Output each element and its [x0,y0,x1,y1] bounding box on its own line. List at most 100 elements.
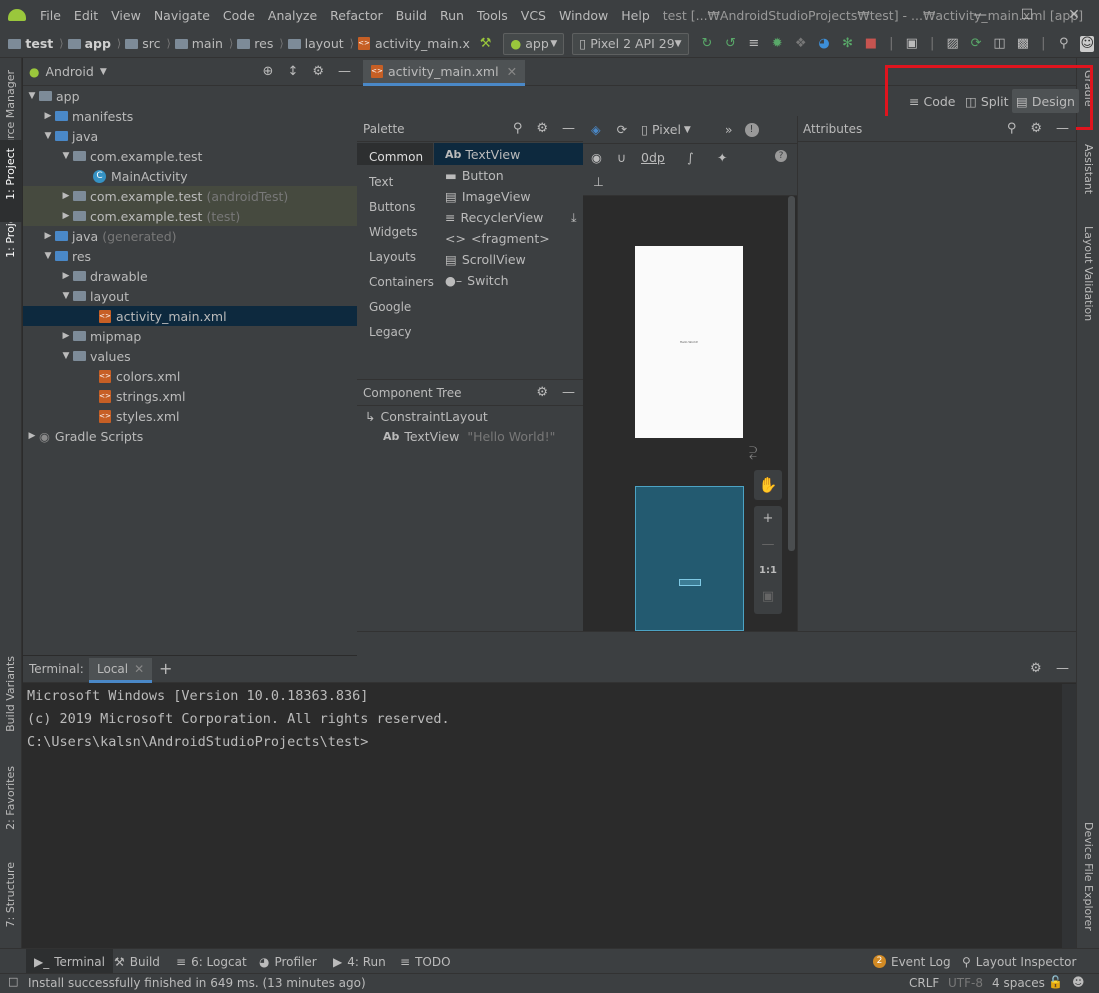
pan-hand-icon[interactable]: ✋ [754,470,782,500]
structure-tab[interactable]: 7: Structure [4,862,17,927]
menu-tools[interactable]: Tools [477,8,508,23]
menu-navigate[interactable]: Navigate [154,8,210,23]
project-structure-icon[interactable]: ▣ [905,36,918,52]
gear-icon[interactable]: ⚙ [1030,121,1042,136]
close-tab-icon[interactable]: ✕ [134,662,144,676]
hide-panel-icon[interactable]: — [338,64,351,79]
hammer-build-icon[interactable]: ⚒ [479,36,492,52]
make-project-icon[interactable]: ≡ [747,36,760,52]
palette-category-common[interactable]: Common [369,150,423,164]
infer-constraints-icon[interactable]: ✦ [717,150,727,165]
status-square-icon[interactable]: □ [8,975,18,988]
zoom-out-icon[interactable]: — [754,532,782,558]
palette-item-textview[interactable]: Ab TextView [445,147,520,162]
palette-category-text[interactable]: Text [369,175,393,189]
tool-logcat[interactable]: ≡ 6: Logcat [176,949,247,974]
tool-terminal[interactable]: ▶_ Terminal [26,949,113,974]
menu-run[interactable]: Run [440,8,464,23]
new-terminal-icon[interactable]: + [159,659,172,678]
collapsed-arrow-icon[interactable]: ▶ [41,231,55,241]
tree-item-androidtest[interactable]: ▶ com.example.test (androidTest) [23,186,357,206]
minimize-icon[interactable]: — [957,0,1003,30]
palette-item-scrollview[interactable]: ▤ ScrollView [445,252,526,267]
hide-panel-icon[interactable]: — [562,121,575,136]
menu-edit[interactable]: Edit [74,8,98,23]
profile-icon[interactable]: ◕ [817,36,830,52]
collapse-all-icon[interactable]: ↕ [287,64,298,79]
tree-item-res[interactable]: ▼ res [23,246,357,266]
tree-item-colors[interactable]: <> colors.xml [23,366,357,386]
layers-icon[interactable]: ◈ [591,122,601,137]
device-preview-select[interactable]: Pixel [652,122,681,137]
palette-item-recyclerview[interactable]: ≡ RecyclerView ⤓ [445,210,577,226]
collapsed-arrow-icon[interactable]: ▶ [59,271,73,281]
tree-item-gradle-scripts[interactable]: ▶ ◉ Gradle Scripts [23,426,357,446]
tree-item-app[interactable]: ▼ app [23,86,357,106]
apply-changes-icon[interactable]: ↻ [700,36,713,52]
gear-icon[interactable]: ⚙ [536,121,548,136]
file-encoding[interactable]: UTF-8 [948,976,983,990]
tool-event-log[interactable]: 2 Event Log [873,949,951,974]
breadcrumb-res[interactable]: res [237,36,273,51]
tree-item-activity-main[interactable]: <> activity_main.xml [23,306,357,326]
collapsed-arrow-icon[interactable]: ▶ [59,191,73,201]
breadcrumb-layout[interactable]: layout [287,36,344,51]
expanded-arrow-icon[interactable]: ▼ [59,351,73,361]
close-icon[interactable]: ✕ [1051,0,1097,30]
apply-code-changes-icon[interactable]: ↺ [724,36,737,52]
default-margin-select[interactable]: 0dp [641,150,665,165]
hide-panel-icon[interactable]: — [1056,661,1069,676]
expanded-arrow-icon[interactable]: ▼ [59,291,73,301]
clear-constraints-icon[interactable]: ∫ [687,150,694,165]
layout-validation-tab[interactable]: Layout Validation [1082,226,1095,321]
breadcrumb-test[interactable]: test [8,36,53,51]
tool-build[interactable]: ⚒ Build [114,949,160,974]
attach-debugger-icon[interactable]: ❖ [794,36,807,52]
favorites-tab[interactable]: 2: Favorites [4,766,17,830]
expanded-arrow-icon[interactable]: ▼ [41,131,55,141]
palette-item-button[interactable]: ▬ Button [445,168,504,183]
search-icon[interactable]: ⚲ [1007,121,1017,136]
collapsed-arrow-icon[interactable]: ▶ [59,211,73,221]
menu-build[interactable]: Build [396,8,427,23]
menu-analyze[interactable]: Analyze [268,8,317,23]
guidelines-icon[interactable]: ⊥ [593,174,604,189]
expanded-arrow-icon[interactable]: ▼ [41,251,55,261]
download-icon[interactable]: ⤓ [571,210,577,226]
expanded-arrow-icon[interactable]: ▼ [59,151,73,161]
chevron-down-icon[interactable]: ▼ [684,125,691,135]
build-variants-tab[interactable]: Build Variants [4,656,17,732]
preview-phone-screen[interactable]: Hello World! [635,246,743,438]
sync-gradle-icon[interactable]: ⟳ [969,36,982,52]
avd-manager-icon[interactable]: ▨ [946,36,959,52]
menu-refactor[interactable]: Refactor [330,8,382,23]
tree-item-test[interactable]: ▶ com.example.test (test) [23,206,357,226]
blueprint-screen[interactable] [635,486,744,631]
search-icon[interactable]: ⚲ [1057,36,1070,52]
palette-category-containers[interactable]: Containers [369,275,434,289]
user-avatar-icon[interactable]: ☺ [1080,35,1095,52]
palette-category-layouts[interactable]: Layouts [369,250,416,264]
terminal-scrollbar[interactable] [1062,684,1076,948]
blueprint-textview[interactable] [679,579,701,586]
menu-vcs[interactable]: VCS [521,8,546,23]
tool-profiler[interactable]: ◕ Profiler [259,949,317,974]
menu-file[interactable]: File [40,8,61,23]
help-icon[interactable]: ? [775,150,787,162]
terminal-tab-local[interactable]: Local ✕ [89,658,153,683]
stop-icon[interactable]: ■ [864,36,877,52]
tool-run[interactable]: ▶ 4: Run [333,949,386,974]
status-message[interactable]: Install successfully finished in 649 ms.… [28,976,366,990]
device-manager-icon[interactable]: ▩ [1016,36,1029,52]
menu-code[interactable]: Code [223,8,255,23]
expanded-arrow-icon[interactable]: ▼ [25,91,39,101]
tree-item-values[interactable]: ▼ values [23,346,357,366]
menu-view[interactable]: View [111,8,141,23]
tree-item-mipmap[interactable]: ▶ mipmap [23,326,357,346]
tree-item-layout[interactable]: ▼ layout [23,286,357,306]
gear-icon[interactable]: ⚙ [312,64,324,79]
tree-node-textview[interactable]: Ab TextView "Hello World!" [383,429,555,444]
hector-icon[interactable]: ☻ [1072,975,1085,989]
tree-item-strings[interactable]: <> strings.xml [23,386,357,406]
breadcrumb-src[interactable]: src [125,36,160,51]
